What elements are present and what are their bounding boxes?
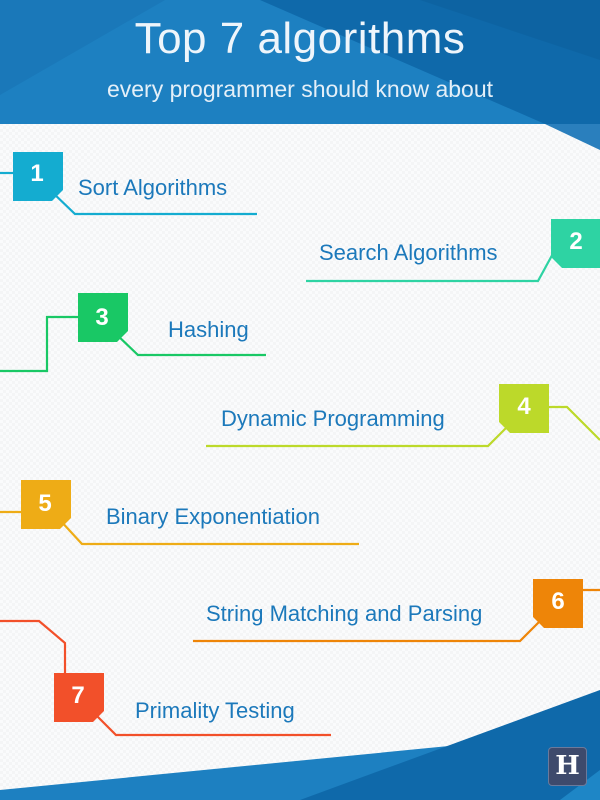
badge-number-2: 2 <box>569 228 583 255</box>
item-label-primality-testing: Primality Testing <box>135 698 295 723</box>
brand-logo-icon[interactable]: H <box>548 747 587 786</box>
item-label-binary-exponentiation: Binary Exponentiation <box>106 504 321 529</box>
item-label-string-matching: String Matching and Parsing <box>206 601 483 626</box>
item-label-sort-algorithms: Sort Algorithms <box>78 175 228 200</box>
connector-line-7-1 <box>0 619 67 673</box>
item-label-hashing: Hashing <box>168 317 249 342</box>
item-label-search-algorithms: Search Algorithms <box>319 240 498 265</box>
badge-number-5: 5 <box>38 490 52 517</box>
badge-number-7: 7 <box>71 682 85 709</box>
page-title: Top 7 algorithms <box>134 14 466 63</box>
badge-number-6: 6 <box>551 588 565 615</box>
badge-number-4: 4 <box>517 393 531 420</box>
connector-line-3-1 <box>0 315 78 373</box>
connector-line-4-1 <box>548 405 600 441</box>
badge-number-1: 1 <box>30 160 44 187</box>
page-subtitle: every programmer should know about <box>106 76 494 102</box>
badge-number-3: 3 <box>95 304 109 331</box>
item-label-dynamic-programming: Dynamic Programming <box>221 406 445 431</box>
